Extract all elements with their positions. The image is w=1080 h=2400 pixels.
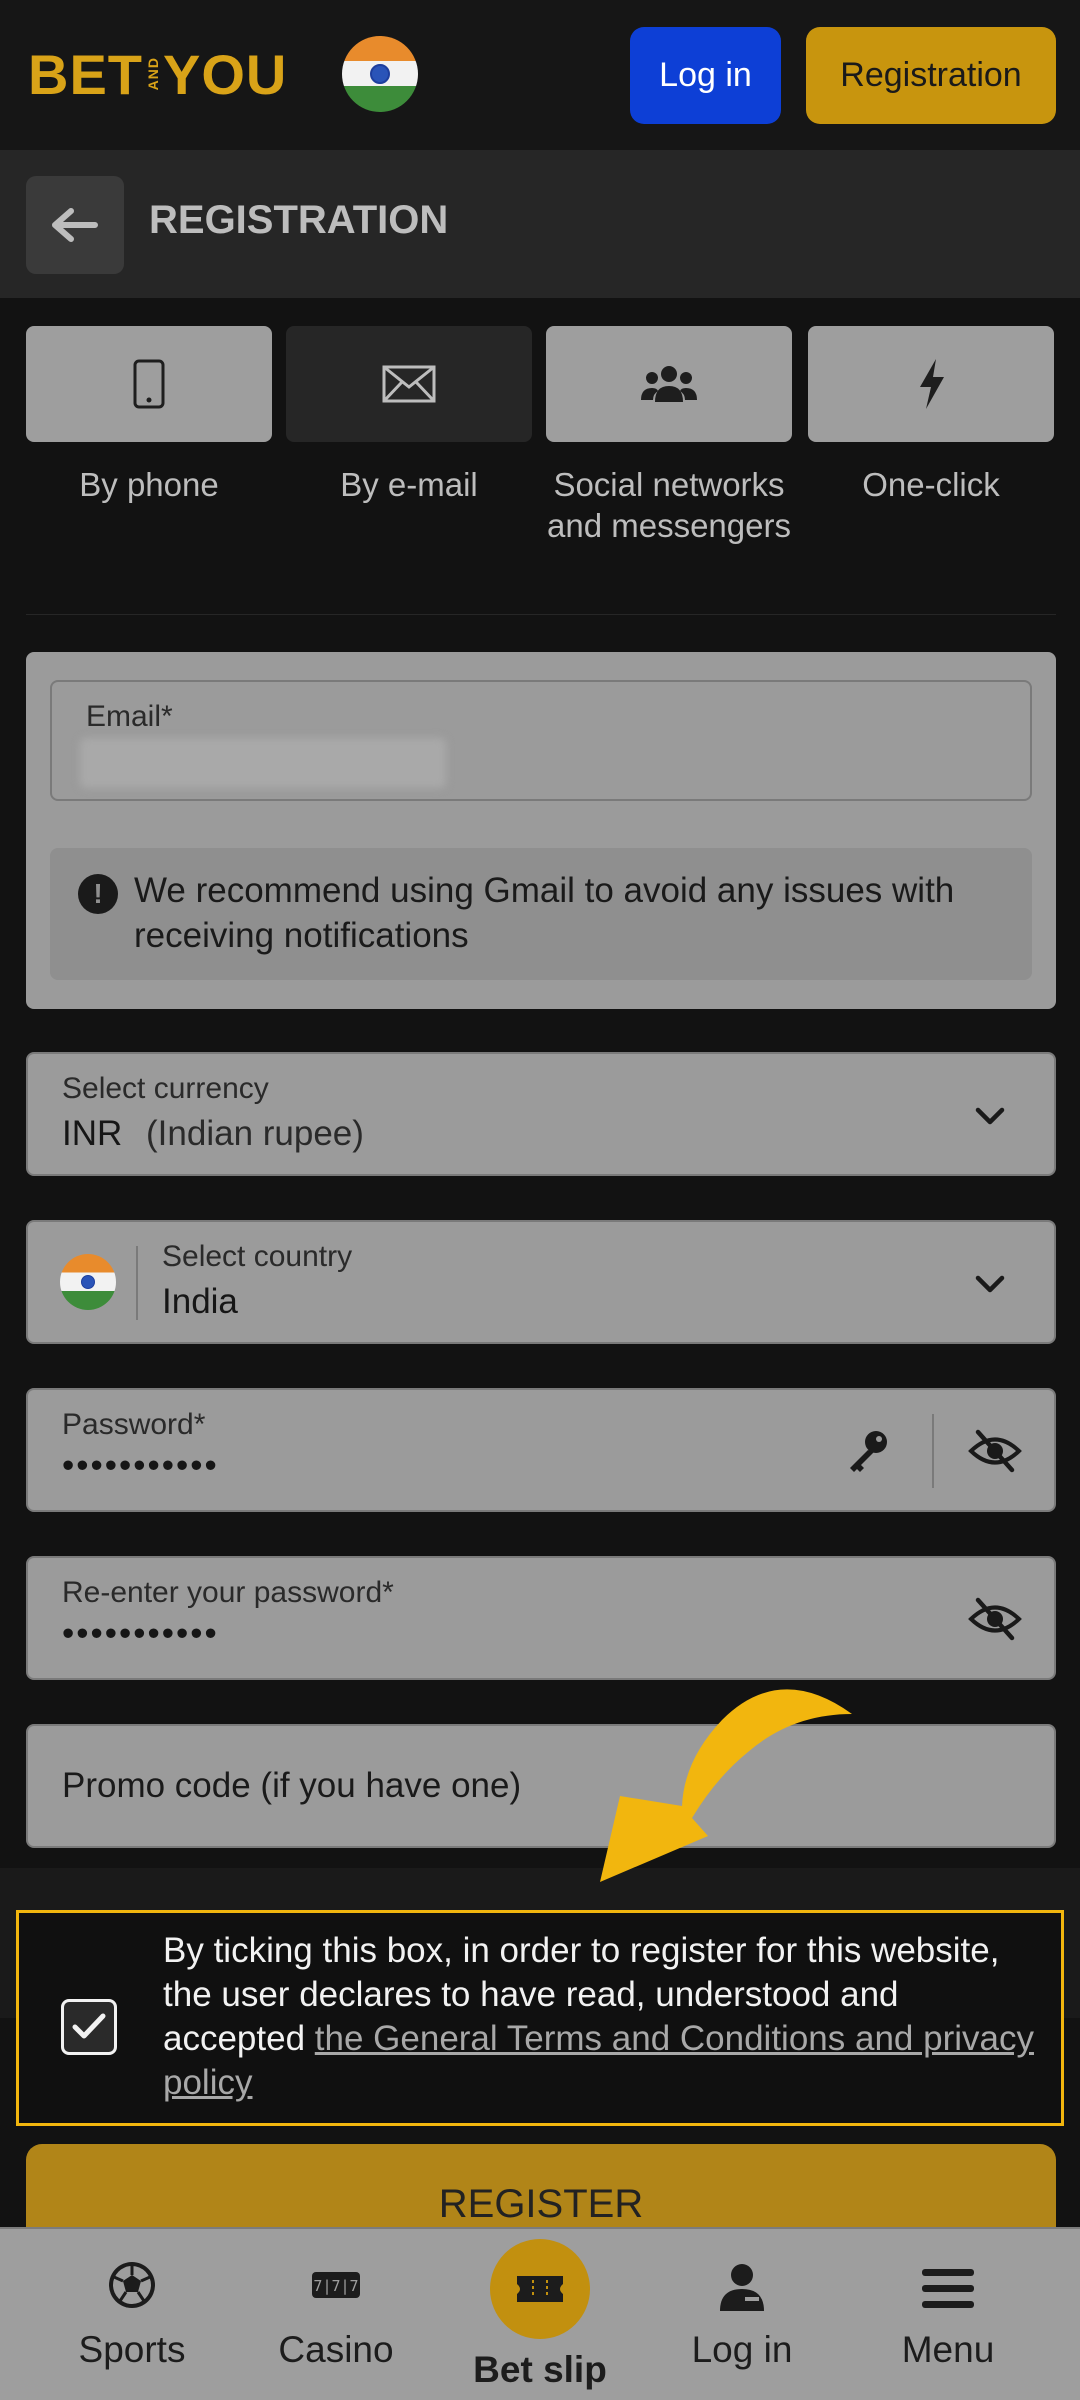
terms-consent-box: By ticking this box, in order to registe…	[16, 1910, 1064, 2126]
brand-logo[interactable]: BET AND YOU	[28, 42, 288, 106]
section-divider	[26, 614, 1056, 615]
chevron-down-icon	[975, 1275, 1005, 1293]
promo-code-placeholder: Promo code (if you have one)	[62, 1766, 522, 1805]
ticket-icon	[517, 2276, 563, 2302]
svg-text:7|7|7: 7|7|7	[313, 2277, 358, 2295]
bottom-navigation: Sports 7|7|7 Casino Bet slip Log in Menu	[0, 2227, 1080, 2400]
highlight-arrow-icon	[600, 1689, 852, 1882]
page-titlebar: REGISTRATION	[0, 150, 1080, 298]
nav-sports-label: Sports	[78, 2329, 186, 2370]
envelope-icon	[382, 365, 436, 403]
password-label: Password*	[62, 1408, 206, 1441]
nav-login[interactable]: Log in	[642, 2229, 842, 2400]
nav-bet-slip-label: Bet slip	[473, 2349, 607, 2390]
currency-select[interactable]: Select currency INR (Indian rupee)	[26, 1052, 1056, 1176]
nav-login-label: Log in	[691, 2329, 793, 2370]
currency-code: INR	[62, 1114, 123, 1153]
country-flag-india	[60, 1254, 116, 1310]
nav-sports[interactable]: Sports	[32, 2229, 232, 2400]
tab-label-by-email[interactable]: By e-mail	[284, 464, 534, 505]
language-flag-india[interactable]	[342, 36, 418, 112]
password-field[interactable]: Password* •••••••••••	[26, 1388, 1056, 1512]
login-button[interactable]: Log in	[630, 27, 781, 124]
exclamation-icon: !	[78, 874, 118, 914]
eye-slash-icon[interactable]	[968, 1428, 1022, 1474]
eye-slash-icon[interactable]	[968, 1596, 1022, 1642]
lightning-icon	[920, 359, 944, 409]
logo-text-bet: BET	[28, 42, 143, 106]
page-title: REGISTRATION	[149, 198, 449, 242]
tab-label-social-networks[interactable]: Social networks and messengers	[544, 464, 794, 546]
confirm-password-label: Re-enter your password*	[62, 1576, 394, 1609]
key-icon[interactable]	[844, 1428, 892, 1476]
slot-machine-icon: 7|7|7	[312, 2272, 360, 2298]
soccer-ball-icon	[109, 2262, 155, 2308]
phone-icon	[133, 359, 165, 409]
tab-by-phone[interactable]	[26, 326, 272, 442]
chevron-down-icon	[975, 1107, 1005, 1125]
top-header: BET AND YOU Log in Registration	[0, 0, 1080, 150]
arrow-left-icon	[52, 208, 98, 242]
currency-name: (Indian rupee)	[146, 1114, 364, 1153]
users-icon	[641, 366, 697, 402]
nav-casino[interactable]: 7|7|7 Casino	[236, 2229, 436, 2400]
email-label: Email*	[86, 700, 173, 733]
nav-bet-slip[interactable]: Bet slip	[440, 2229, 640, 2400]
tab-social-networks[interactable]	[546, 326, 792, 442]
chakra-icon	[81, 1275, 95, 1289]
back-button[interactable]	[26, 176, 124, 274]
terms-checkbox[interactable]	[61, 1999, 117, 2055]
tab-by-email[interactable]	[286, 326, 532, 442]
gmail-notice: ! We recommend using Gmail to avoid any …	[50, 848, 1032, 980]
country-select[interactable]: Select country India	[26, 1220, 1056, 1344]
logo-text-and: AND	[145, 57, 161, 91]
confirm-password-value: •••••••••••	[62, 1614, 219, 1653]
tab-label-one-click[interactable]: One-click	[806, 464, 1056, 505]
user-icon	[720, 2264, 764, 2311]
email-value-redacted	[80, 738, 446, 788]
tab-one-click[interactable]	[808, 326, 1054, 442]
nav-menu-label: Menu	[901, 2329, 995, 2370]
chakra-icon	[370, 64, 390, 84]
checkmark-icon	[72, 2013, 106, 2039]
logo-text-you: YOU	[163, 42, 288, 106]
currency-value: INR (Indian rupee)	[62, 1114, 364, 1154]
confirm-password-field[interactable]: Re-enter your password* •••••••••••	[26, 1556, 1056, 1680]
password-separator	[932, 1414, 934, 1488]
registration-button[interactable]: Registration	[806, 27, 1056, 124]
bet-slip-badge	[490, 2239, 590, 2339]
promo-code-field[interactable]: Promo code (if you have one)	[26, 1724, 1056, 1848]
hamburger-menu-icon	[922, 2269, 974, 2308]
country-label: Select country	[162, 1240, 353, 1273]
gmail-notice-text: We recommend using Gmail to avoid any is…	[134, 871, 955, 955]
country-value: India	[162, 1282, 238, 1321]
flag-separator	[136, 1246, 138, 1320]
nav-menu[interactable]: Menu	[848, 2229, 1048, 2400]
email-field[interactable]: Email*	[50, 680, 1032, 801]
password-value: •••••••••••	[62, 1446, 219, 1485]
nav-casino-label: Casino	[278, 2329, 394, 2370]
tab-label-by-phone[interactable]: By phone	[24, 464, 274, 505]
email-section: Email* ! We recommend using Gmail to avo…	[26, 652, 1056, 1009]
consent-text: By ticking this box, in order to registe…	[163, 1929, 1043, 2105]
currency-label: Select currency	[62, 1072, 269, 1105]
